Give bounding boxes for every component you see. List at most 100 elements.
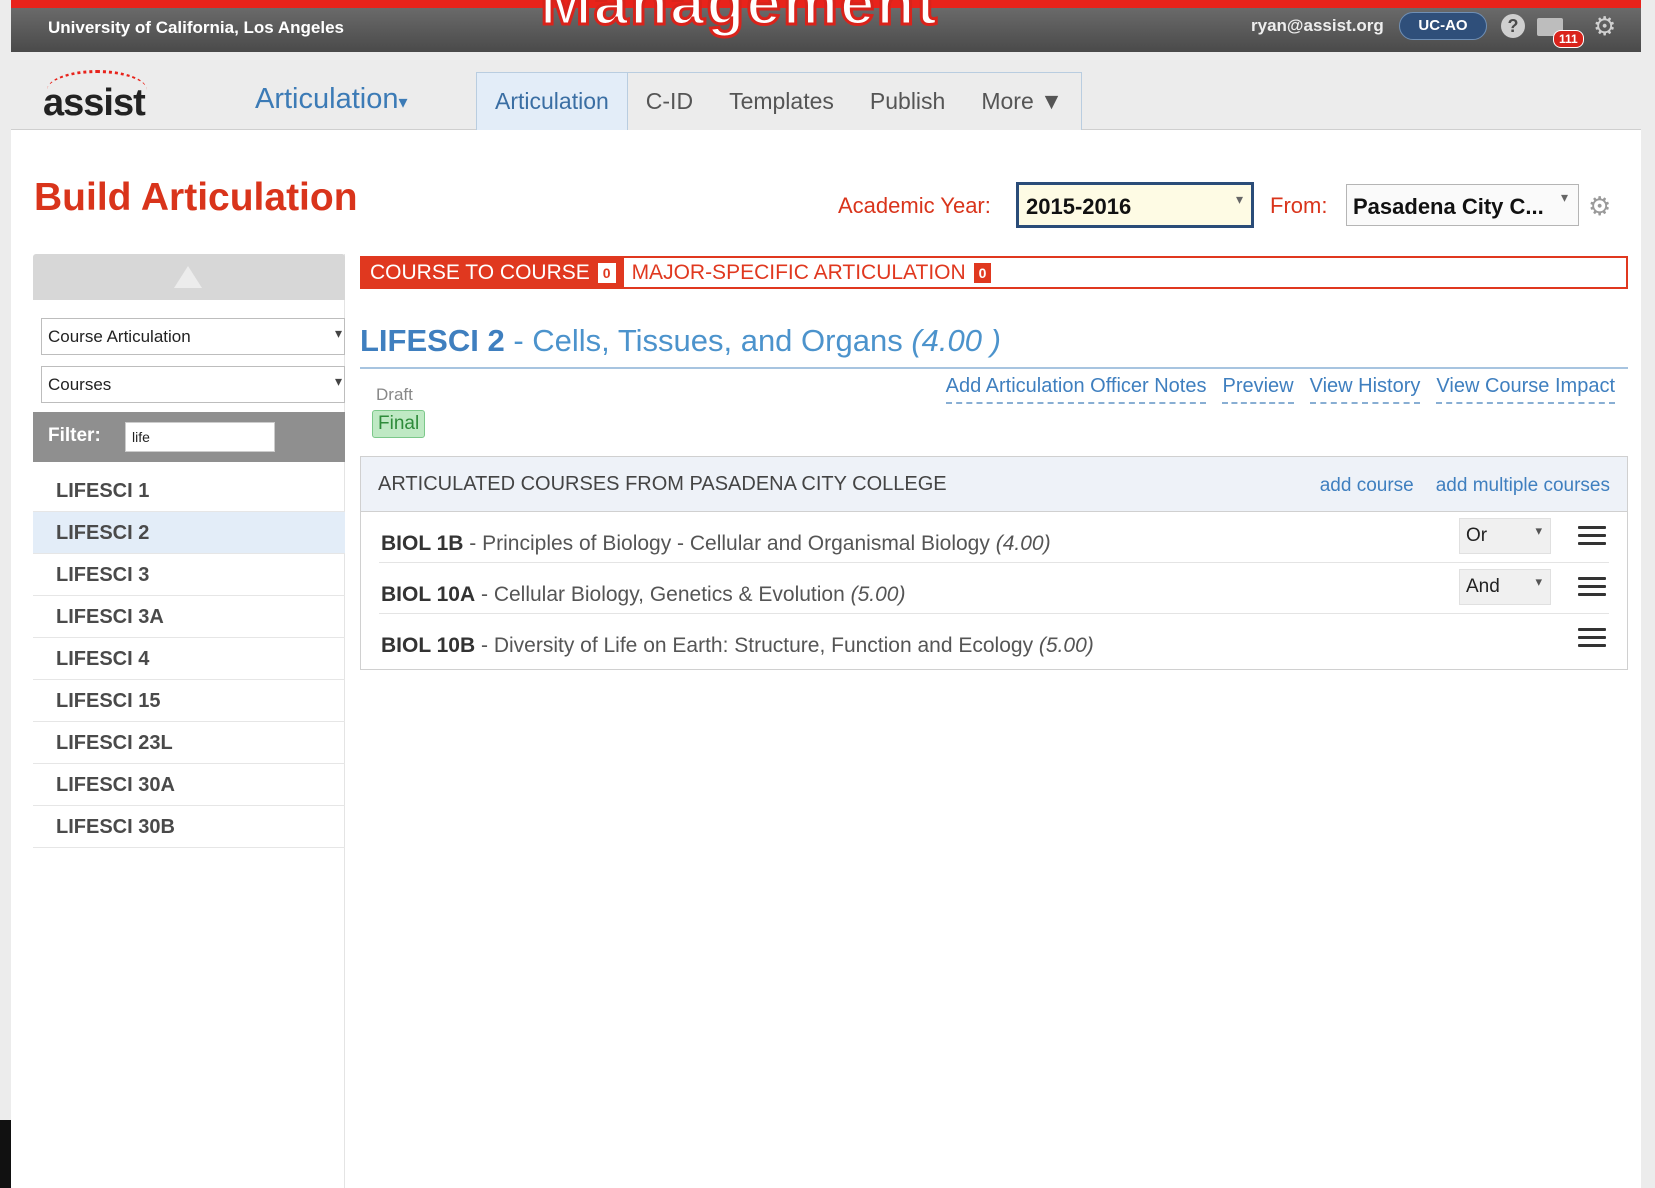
list-item[interactable]: LIFESCI 23L [33,722,345,764]
articulated-courses-panel: ARTICULATED COURSES FROM PASADENA CITY C… [360,456,1628,670]
chevron-down-icon: ▾ [1535,523,1542,538]
articulation-type-select[interactable]: Course Articulation ▾ [41,318,345,355]
course-title: - Cells, Tissues, and Organs [504,323,903,358]
status-draft[interactable]: Draft [376,385,413,405]
tab-c-id[interactable]: C-ID [628,73,711,130]
tab-more[interactable]: More ▼ [963,73,1081,130]
conjunction-value: And [1466,576,1500,597]
from-institution-select[interactable]: Pasadena City C... ▾ [1346,184,1579,226]
list-item[interactable]: LIFESCI 1 [33,470,345,512]
gear-icon[interactable]: ⚙ [1593,11,1616,41]
background-left-edge [0,0,11,1188]
logo-text: assist [43,82,146,124]
chevron-down-icon: ▾ [334,325,342,341]
list-item[interactable]: LIFESCI 3A [33,596,345,638]
row-course-code: BIOL 10A [381,583,476,606]
action-links: Add Articulation Officer Notes Preview V… [945,375,1615,404]
tab-label: COURSE TO COURSE [370,261,590,284]
caret-down-icon: ▾ [398,92,408,112]
course-units: (4.00 ) [902,323,1001,358]
app-menu-label: Articulation [255,83,399,115]
list-view-select[interactable]: Courses ▾ [41,366,345,403]
tab-publish[interactable]: Publish [852,73,963,130]
overlay-title: Management [539,0,939,40]
panel-header: ARTICULATED COURSES FROM PASADENA CITY C… [361,457,1627,512]
filter-label: Filter: [48,425,101,446]
list-item[interactable]: LIFESCI 4 [33,638,345,680]
add-multiple-courses-link[interactable]: add multiple courses [1436,475,1610,497]
mail-icon[interactable]: 111 [1537,16,1584,48]
help-icon[interactable]: ? [1501,14,1525,38]
conjunction-select[interactable]: And ▾ [1459,569,1551,605]
mail-count-badge: 111 [1553,30,1584,48]
course-list: LIFESCI 1 LIFESCI 2 LIFESCI 3 LIFESCI 3A… [33,470,345,848]
row-course-title: - Principles of Biology - Cellular and O… [463,532,996,555]
status-final-badge[interactable]: Final [372,410,426,438]
list-item-selected[interactable]: LIFESCI 2 [33,512,345,554]
course-row: BIOL 10B - Diversity of Life on Earth: S… [379,614,1609,665]
tab-major-specific[interactable]: MAJOR-SPECIFIC ARTICULATION 0 [624,258,1000,287]
preview-link[interactable]: Preview [1222,375,1294,404]
background-left-dark [0,1120,11,1188]
hamburger-menu-icon[interactable] [1578,526,1606,546]
conjunction-value: Or [1466,525,1488,546]
articulation-type-value: Course Articulation [48,327,191,346]
sidebar: Course Articulation ▾ Courses ▾ Filter: … [33,254,345,1188]
filter-input[interactable] [125,422,275,452]
nav-tabs: Articulation C-ID Templates Publish More… [476,72,1082,130]
hamburger-menu-icon[interactable] [1578,628,1606,648]
add-course-link[interactable]: add course [1320,475,1414,497]
settings-gear-icon[interactable]: ⚙ [1588,192,1611,220]
count-badge: 0 [973,262,992,283]
conjunction-select[interactable]: Or ▾ [1459,518,1551,554]
academic-year-value: 2015-2016 [1026,194,1132,219]
add-notes-link[interactable]: Add Articulation Officer Notes [945,375,1207,404]
background-right-edge [1641,0,1655,1188]
hamburger-menu-icon[interactable] [1578,577,1606,597]
tab-articulation[interactable]: Articulation [477,73,628,130]
tab-course-to-course[interactable]: COURSE TO COURSE 0 [362,258,624,287]
list-item[interactable]: LIFESCI 30A [33,764,345,806]
nav-bar: assist Articulation▾ Articulation C-ID T… [11,52,1641,130]
tab-templates[interactable]: Templates [711,73,852,130]
count-badge: 0 [597,262,616,283]
list-item[interactable]: LIFESCI 3 [33,554,345,596]
row-course-units: (5.00) [850,583,906,606]
organization-name: University of California, Los Angeles [48,18,344,37]
from-label: From: [1270,193,1328,218]
view-course-impact-link[interactable]: View Course Impact [1436,375,1615,404]
row-course-units: (5.00) [1038,634,1094,657]
sidebar-scroll-up[interactable] [33,254,345,300]
list-item[interactable]: LIFESCI 30B [33,806,345,848]
row-course-title: - Diversity of Life on Earth: Structure,… [475,634,1039,657]
panel-links: add course add multiple courses [1320,475,1610,497]
row-course-units: (4.00) [995,532,1051,555]
list-view-value: Courses [48,375,112,394]
user-email[interactable]: ryan@assist.org [1251,16,1384,36]
row-course-code: BIOL 10B [381,634,476,657]
page-title: Build Articulation [34,176,358,219]
app-menu-dropdown[interactable]: Articulation▾ [255,83,408,116]
chevron-down-icon: ▾ [1235,191,1243,207]
assist-logo[interactable]: assist [33,62,173,124]
row-course-title: - Cellular Biology, Genetics & Evolution [475,583,851,606]
academic-year-select[interactable]: 2015-2016 ▾ [1016,182,1254,228]
list-item[interactable]: LIFESCI 15 [33,680,345,722]
course-code: LIFESCI 2 [360,323,505,358]
triangle-up-icon [174,266,202,288]
course-heading: LIFESCI 2 - Cells, Tissues, and Organs (… [360,323,1628,369]
chevron-down-icon: ▾ [1560,189,1568,205]
panel-title: ARTICULATED COURSES FROM PASADENA CITY C… [378,473,947,495]
articulation-view-tabs: COURSE TO COURSE 0 MAJOR-SPECIFIC ARTICU… [360,256,1628,289]
course-row-text: BIOL 1B - Principles of Biology - Cellul… [381,532,1051,556]
course-row-text: BIOL 10A - Cellular Biology, Genetics & … [381,583,905,607]
course-row-text: BIOL 10B - Diversity of Life on Earth: S… [381,634,1094,658]
tab-label: MAJOR-SPECIFIC ARTICULATION [631,261,966,284]
view-history-link[interactable]: View History [1309,375,1421,404]
course-row: BIOL 10A - Cellular Biology, Genetics & … [379,563,1609,614]
role-badge[interactable]: UC-AO [1399,12,1487,40]
row-course-code: BIOL 1B [381,532,464,555]
chevron-down-icon: ▾ [334,373,342,389]
from-institution-value: Pasadena City C... [1353,194,1544,219]
academic-year-label: Academic Year: [838,193,991,218]
